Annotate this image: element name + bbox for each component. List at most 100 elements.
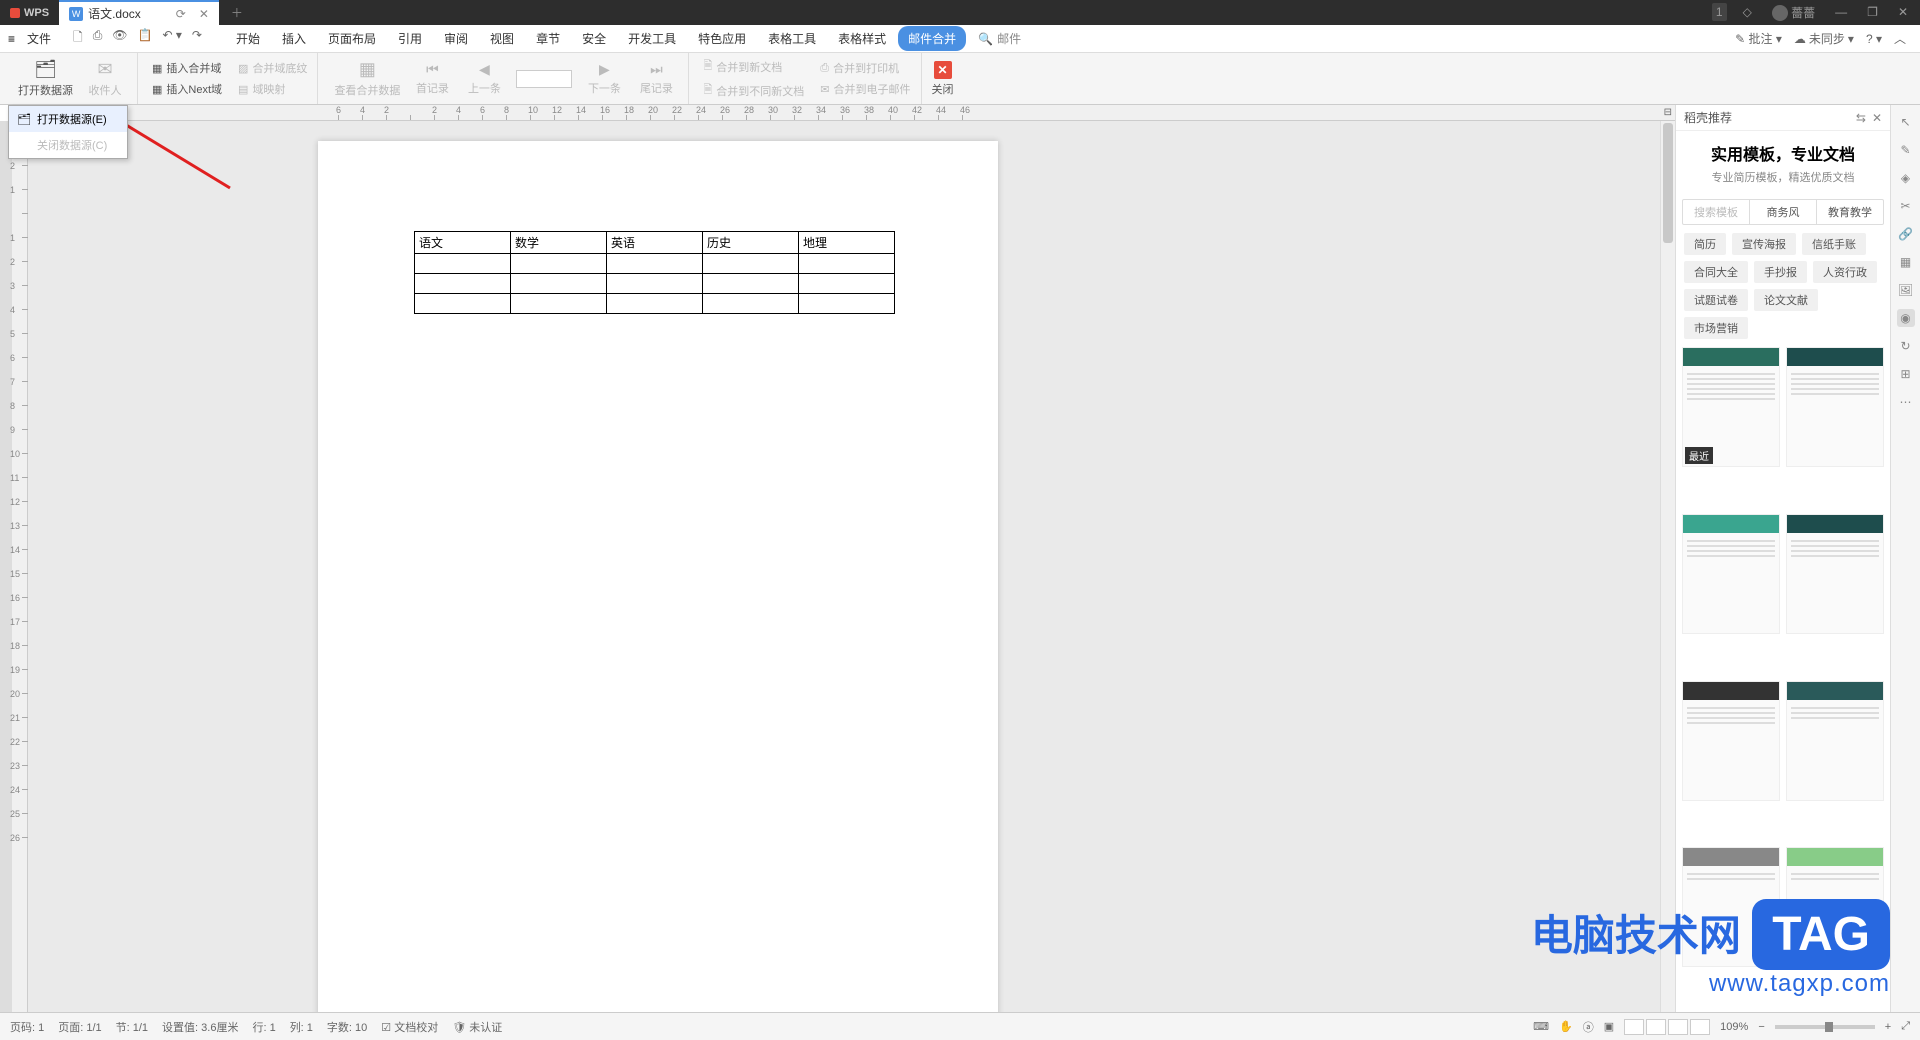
chip-letter[interactable]: 信纸手账 [1802,233,1866,255]
insert-next-field-button[interactable]: ▦插入Next域 [148,80,226,98]
annotate-button[interactable]: ✎ 批注 ▾ [1735,30,1782,47]
status-input-icon[interactable]: ⌨ [1533,1020,1549,1033]
sync-status[interactable]: ☁ 未同步 ▾ [1794,30,1854,47]
table-cell[interactable]: 英语 [607,232,703,254]
undo-icon[interactable]: ↶ ▾ [162,28,181,49]
table-cell[interactable] [415,254,511,274]
notification-badge[interactable]: 1 [1712,3,1727,21]
redo-icon[interactable]: ↷ [192,28,202,49]
tab-references[interactable]: 引用 [388,26,432,51]
vertical-scrollbar[interactable] [1660,121,1675,1012]
side-grid-icon[interactable]: ⊞ [1897,365,1915,383]
restore-button[interactable]: ❐ [1863,3,1882,21]
side-history-icon[interactable]: ↻ [1897,337,1915,355]
template-card[interactable] [1682,847,1780,967]
table-cell[interactable]: 历史 [703,232,799,254]
new-tab-button[interactable]: ＋ [219,4,255,21]
table-cell[interactable] [607,274,703,294]
tab-table-tools[interactable]: 表格工具 [758,26,826,51]
status-hand-icon[interactable]: ✋ [1559,1020,1573,1033]
tab-security[interactable]: 安全 [572,26,616,51]
help-icon[interactable]: ? ▾ [1866,32,1882,46]
document-page[interactable]: 语文 数学 英语 历史 地理 [318,141,998,1012]
document-tab[interactable]: W 语文.docx ⟳ ✕ [59,0,219,25]
status-page-no[interactable]: 页码: 1 [10,1019,44,1035]
insert-merge-field-button[interactable]: ▦插入合并域 [148,59,226,77]
table-cell[interactable] [415,294,511,314]
panel-tab-education[interactable]: 教育教学 [1817,200,1883,224]
document-area[interactable]: 🗋 ▾ 语文 数学 英语 历史 地理 [28,121,1675,1012]
table-cell[interactable] [511,254,607,274]
record-number-input[interactable] [516,70,572,88]
print-preview-icon[interactable]: 👁 [112,28,127,49]
status-book-icon[interactable]: ▣ [1604,1020,1614,1033]
status-words[interactable]: 字数: 10 [327,1019,367,1035]
chip-poster[interactable]: 宣传海报 [1732,233,1796,255]
table-cell[interactable] [511,294,607,314]
tab-featured[interactable]: 特色应用 [688,26,756,51]
tab-sync-icon[interactable]: ⟳ [176,7,186,21]
template-card[interactable] [1786,347,1884,467]
menu-icon[interactable]: ≡ [8,32,15,46]
search-templates-input[interactable]: 搜索模板 [1683,200,1750,224]
status-proof[interactable]: ☑ 文档校对 [381,1019,438,1035]
paste-icon[interactable]: 📋 [138,28,153,49]
close-window-button[interactable]: ✕ [1894,3,1912,21]
template-card[interactable] [1682,681,1780,801]
status-aa-icon[interactable]: ⓐ [1583,1019,1594,1035]
chip-thesis[interactable]: 论文文献 [1754,289,1818,311]
status-line[interactable]: 行: 1 [252,1019,275,1035]
close-mail-merge-button[interactable]: ✕ 关闭 [932,61,954,97]
chip-contract[interactable]: 合同大全 [1684,261,1748,283]
chip-marketing[interactable]: 市场营销 [1684,317,1748,339]
user-info[interactable]: 薔薔 [1768,2,1819,24]
zoom-out-button[interactable]: − [1758,1021,1764,1033]
collapse-ribbon-icon[interactable]: ︿ [1894,30,1906,47]
view-web-button[interactable] [1668,1019,1688,1035]
vertical-ruler[interactable]: 321 12 345 678 91011 121314 151617 18192… [12,121,28,1012]
side-image-icon[interactable]: 🖼 [1897,281,1915,299]
side-link-icon[interactable]: 🔗 [1897,225,1915,243]
side-shape-icon[interactable]: ◈ [1897,169,1915,187]
tab-start[interactable]: 开始 [226,26,270,51]
fullscreen-icon[interactable]: ⤢ [1901,1020,1910,1033]
open-data-source-button[interactable]: 🗂 打开数据源 [12,57,79,100]
table-cell[interactable] [799,254,895,274]
print-icon[interactable]: ⎙ [93,28,103,49]
chip-report[interactable]: 手抄报 [1754,261,1807,283]
status-cert[interactable]: 🛡 未认证 [452,1019,502,1035]
status-page-of[interactable]: 页面: 1/1 [58,1019,101,1035]
tab-page-layout[interactable]: 页面布局 [318,26,386,51]
open-data-source-item[interactable]: 🗂 打开数据源(E) [9,106,127,132]
zoom-slider[interactable] [1775,1025,1875,1029]
table-cell[interactable] [607,294,703,314]
scroll-thumb[interactable] [1663,123,1673,243]
template-card[interactable] [1786,681,1884,801]
table-cell[interactable] [799,274,895,294]
side-clip-icon[interactable]: ✂ [1897,197,1915,215]
zoom-in-button[interactable]: + [1885,1021,1891,1033]
view-read-button[interactable] [1690,1019,1710,1035]
side-more-icon[interactable]: ⋯ [1897,393,1915,411]
panel-tab-business[interactable]: 商务风 [1750,200,1817,224]
template-card[interactable] [1682,514,1780,634]
panel-close-icon[interactable]: ✕ [1872,111,1882,125]
table-cell[interactable] [703,254,799,274]
table-cell[interactable] [703,274,799,294]
content-table[interactable]: 语文 数学 英语 历史 地理 [414,231,895,314]
search-area[interactable]: 🔍 邮件 [978,30,1021,47]
chip-exam[interactable]: 试题试卷 [1684,289,1748,311]
ruler-options-icon[interactable]: ⊟ [1664,107,1672,118]
table-cell[interactable] [607,254,703,274]
side-pen-icon[interactable]: ✎ [1897,141,1915,159]
minimize-button[interactable]: — [1831,3,1851,21]
tab-dev-tools[interactable]: 开发工具 [618,26,686,51]
tab-table-style[interactable]: 表格样式 [828,26,896,51]
tab-review[interactable]: 审阅 [434,26,478,51]
table-cell[interactable] [799,294,895,314]
file-menu[interactable]: 文件 [17,30,61,47]
table-cell[interactable] [703,294,799,314]
side-layout-icon[interactable]: ▦ [1897,253,1915,271]
skin-icon[interactable]: ◇ [1739,3,1756,21]
view-print-button[interactable] [1624,1019,1644,1035]
